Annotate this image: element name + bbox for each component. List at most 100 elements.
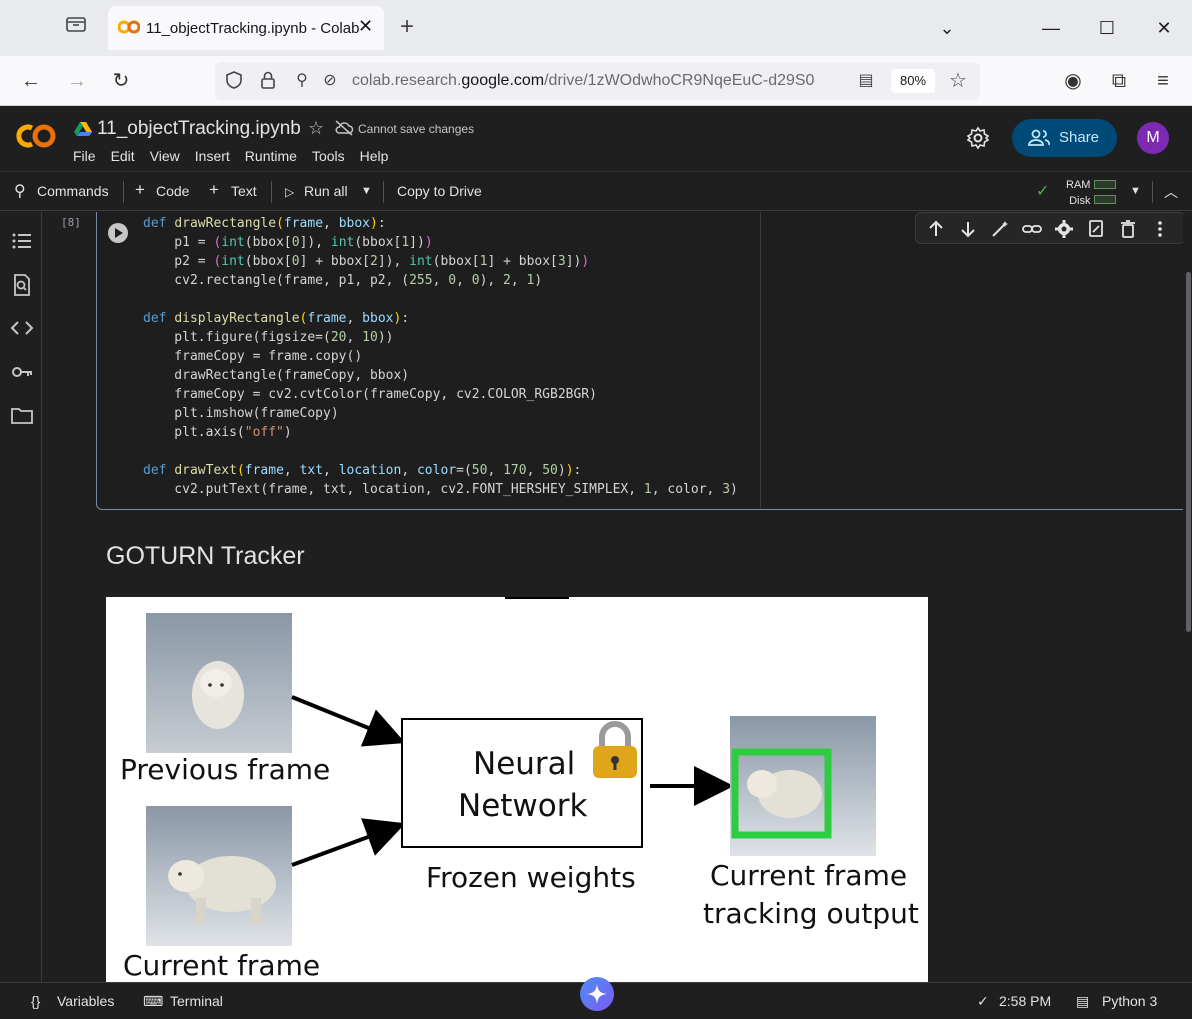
notebook-area: [8] def drawRectangle(frame, bbox): p1 =… [43,212,1183,982]
left-sidebar-rail [0,212,42,982]
sparkle-icon [587,984,607,1004]
tab-overflow-chevron-icon[interactable]: ⌄ [932,14,962,42]
forward-icon[interactable]: → [62,66,92,96]
code-line: def drawText(frame, txt, location, color… [143,463,582,478]
move-up-icon[interactable] [926,219,946,239]
zoom-indicator[interactable]: 80% [891,69,935,93]
browser-nav-bar: ← → ↻ ⚲ ⊘ colab.research.google.com/driv… [0,56,1192,106]
menu-help[interactable]: Help [360,148,389,164]
shield-icon[interactable] [223,70,245,92]
disk-bar [1094,195,1116,204]
window-close-icon[interactable]: ✕ [1149,14,1179,42]
code-line: drawRectangle(frameCopy, bbox) [143,368,410,383]
lock-icon[interactable] [257,70,279,92]
collapse-chevron-up-icon[interactable]: ︿ [1164,182,1178,202]
add-text-icon[interactable]: + [209,180,219,200]
copy-to-drive-button[interactable]: Copy to Drive [397,183,482,199]
commands-button[interactable]: Commands [37,183,109,199]
play-icon[interactable]: ▷ [285,185,294,199]
settings-gear-icon[interactable] [966,126,990,150]
menu-hamburger-icon[interactable]: ≡ [1148,66,1178,96]
run-all-button[interactable]: Run all [304,183,348,199]
back-icon[interactable]: ← [16,66,46,96]
executed-check-icon: ✓ [977,993,989,1009]
code-snippets-icon[interactable] [10,316,34,340]
menu-edit[interactable]: Edit [111,148,135,164]
menu-runtime[interactable]: Runtime [245,148,297,164]
run-cell-button[interactable] [107,222,129,244]
section-heading: GOTURN Tracker [106,542,305,570]
tab-list-icon[interactable] [62,14,90,42]
add-code-icon[interactable]: + [135,180,145,200]
menu-view[interactable]: View [150,148,180,164]
menu-insert[interactable]: Insert [195,148,230,164]
new-tab-icon[interactable]: + [400,13,414,41]
lock-icon [593,721,637,778]
menu-tools[interactable]: Tools [312,148,345,164]
run-all-dropdown-icon[interactable]: ▼ [361,185,372,197]
network-label-line2: Network [458,788,588,824]
code-line: frameCopy = cv2.cvtColor(frameCopy, cv2.… [143,387,597,402]
minimize-icon[interactable]: — [1036,14,1066,42]
more-options-icon[interactable] [1150,219,1170,239]
camera-blocked-icon[interactable]: ⊘ [319,70,341,92]
url-text[interactable]: colab.research.google.com/drive/1zWOdwho… [352,72,842,90]
status-bar: {} Variables ⌨ Terminal ✓ 2:58 PM ▤ Pyth… [0,977,1192,1019]
search-icon[interactable]: ⚲ [14,181,26,201]
execution-time[interactable]: 2:58 PM [999,993,1051,1009]
table-of-contents-icon[interactable] [10,229,34,253]
code-cell[interactable]: def drawRectangle(frame, bbox): p1 = (in… [96,212,1183,510]
edit-magic-icon[interactable] [990,219,1010,239]
variables-icon[interactable]: {} [31,993,40,1009]
reader-view-icon[interactable]: ▤ [855,70,877,92]
notebook-name[interactable]: 11_objectTracking.ipynb [97,118,301,140]
terminal-icon[interactable]: ⌨ [143,993,163,1010]
reload-icon[interactable]: ↻ [106,66,136,96]
toolbar-divider [383,181,384,203]
address-bar[interactable]: ⚲ ⊘ colab.research.google.com/drive/1zWO… [215,62,980,100]
output-label-line2: tracking output [703,897,919,930]
scrollbar-thumb[interactable] [1186,272,1191,632]
menu-file[interactable]: File [73,148,96,164]
variables-button[interactable]: Variables [57,993,114,1009]
link-icon[interactable] [1022,219,1042,239]
mirror-cell-icon[interactable] [1086,219,1106,239]
bookmark-star-icon[interactable]: ☆ [947,70,969,92]
delete-trash-icon[interactable] [1118,219,1138,239]
kernel-label[interactable]: Python 3 [1102,993,1157,1009]
code-editor[interactable]: def drawRectangle(frame, bbox): p1 = (in… [143,214,738,499]
runtime-dropdown-icon[interactable]: ▼ [1130,185,1141,197]
disk-label: Disk [1069,195,1091,207]
star-icon[interactable]: ☆ [308,118,324,139]
avatar[interactable]: M [1137,122,1169,154]
ram-bar [1094,180,1116,189]
close-tab-icon[interactable]: ✕ [358,16,373,37]
goturn-diagram-image: Previous frame Current frame Neural Netw… [106,597,928,982]
cell-settings-gear-icon[interactable] [1054,219,1074,239]
scrollbar[interactable] [1184,212,1192,982]
account-icon[interactable]: ◉ [1058,66,1088,96]
move-down-icon[interactable] [958,219,978,239]
files-folder-icon[interactable] [10,404,34,428]
secrets-key-icon[interactable] [10,360,34,384]
add-code-button[interactable]: Code [156,183,189,199]
add-text-button[interactable]: Text [231,183,257,199]
colab-logo-icon[interactable] [14,120,58,152]
permissions-icon[interactable]: ⚲ [291,70,313,92]
ram-label: RAM [1066,179,1091,191]
drive-icon[interactable] [74,121,92,137]
browser-tab-bar: 11_objectTracking.ipynb - Colab ✕ + ⌄ — … [0,0,1192,56]
gemini-sparkle-button[interactable] [580,977,614,1011]
extensions-icon[interactable]: ⧉ [1104,66,1134,96]
maximize-icon[interactable]: ☐ [1092,14,1122,42]
output-label-line1: Current frame [710,859,908,892]
terminal-button[interactable]: Terminal [170,993,223,1009]
resource-monitor[interactable]: RAM Disk [1066,177,1090,209]
browser-tab[interactable]: 11_objectTracking.ipynb - Colab ✕ [108,6,384,50]
colab-header: 11_objectTracking.ipynb ☆ Cannot save ch… [0,106,1192,171]
code-line: plt.axis("off") [143,425,292,440]
find-replace-icon[interactable] [10,273,34,297]
connected-check-icon: ✓ [1036,183,1050,200]
share-button[interactable]: Share [1012,119,1117,157]
code-line: plt.imshow(frameCopy) [143,406,339,421]
